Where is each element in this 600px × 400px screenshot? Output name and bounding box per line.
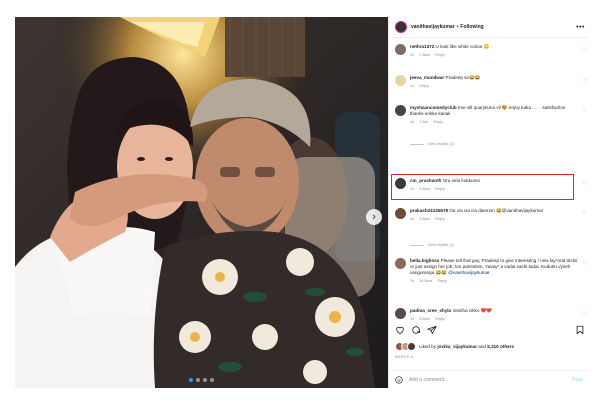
comment: myshaancomedyclub Ime vill quarykuna vil… (395, 105, 587, 125)
reply-button[interactable]: Reply (435, 53, 445, 57)
more-icon[interactable]: ••• (576, 24, 585, 31)
comment-text: Pradeep sir😂😂 (445, 75, 481, 80)
carousel-dot (189, 378, 193, 382)
comment-time: 1h (410, 317, 415, 321)
highlight-box (391, 174, 574, 200)
photo-illustration (15, 17, 388, 388)
following-button[interactable]: Following (460, 24, 483, 30)
liked-by-prefix: Liked by (419, 344, 437, 349)
post-comment-button[interactable]: Post (572, 377, 583, 383)
comment-time: 1h (410, 84, 415, 88)
commenter-avatar[interactable] (395, 308, 406, 319)
bookmark-icon[interactable] (575, 325, 585, 335)
comment-text: U look like white colour 😳 (435, 44, 490, 49)
comment-likes[interactable]: 2 likes (419, 53, 430, 57)
comment-time: 1h (410, 120, 415, 124)
smile-icon[interactable] (395, 376, 403, 384)
post-date[interactable]: MARCH 6 (395, 355, 413, 359)
commenter-avatar[interactable] (395, 208, 406, 219)
next-photo-button[interactable]: › (366, 209, 382, 225)
liker-avatars (395, 342, 417, 351)
post-header: vanithavijaykumar • Following ••• (389, 17, 589, 38)
chevron-right-icon: › (372, 211, 376, 223)
comment-likes[interactable]: 3 likes (419, 217, 430, 221)
comment-username[interactable]: bella.bigboss (410, 258, 439, 263)
add-comment-input[interactable]: Add a comment... (409, 377, 448, 383)
carousel-indicator (15, 378, 388, 382)
commenter-avatar[interactable] (395, 75, 406, 86)
heart-icon[interactable]: ♡ (579, 208, 587, 222)
comment-username[interactable]: jeeva_mandwar (410, 75, 444, 80)
comment-time: 1h (410, 53, 415, 57)
view-replies-label: View replies (1) (428, 142, 455, 146)
comment-text: Oa cia cia cia daemon 😂@vanithavijaykuma… (449, 208, 544, 213)
author-username[interactable]: vanithavijaykumar (411, 24, 455, 30)
comment-icon[interactable] (411, 325, 421, 335)
comment-likes[interactable]: 1 like (419, 120, 428, 124)
commenter-avatar[interactable] (395, 258, 406, 269)
comments-list: nethra1372 U look like white colour 😳 1h… (389, 38, 589, 334)
share-icon[interactable] (427, 325, 437, 335)
heart-icon[interactable]: ♡ (579, 44, 587, 58)
liked-by-user[interactable]: jovika_vijaykumar (437, 344, 477, 349)
liked-by-and: and (478, 344, 486, 349)
comment-likes[interactable]: 16 likes (419, 279, 432, 283)
comment-likes[interactable]: 4 likes (419, 317, 430, 321)
comment-time: 1h (410, 217, 415, 221)
carousel-dot (203, 378, 207, 382)
separator-dot: • (456, 24, 459, 30)
carousel-dot (210, 378, 214, 382)
comment-username[interactable]: prakash24145678 (410, 208, 448, 213)
post-side-panel: vanithavijaykumar • Following ••• nethra… (388, 17, 589, 388)
add-comment-bar: Add a comment... Post (389, 370, 589, 389)
liker-avatar (407, 342, 416, 351)
comment: prakash24145678 Oa cia cia cia daemon 😂@… (395, 208, 587, 222)
comment-username[interactable]: padma_sree_shyla (410, 308, 451, 313)
view-replies-button[interactable]: View replies (1) (410, 142, 454, 146)
post-actions (395, 324, 585, 336)
commenter-avatar[interactable] (395, 44, 406, 55)
heart-icon[interactable] (395, 325, 405, 335)
comment: nethra1372 U look like white colour 😳 1h… (395, 44, 587, 58)
comment: bella.bigboss Please tell that guy, Prad… (395, 258, 587, 284)
heart-icon[interactable]: ♡ (579, 75, 587, 89)
author-avatar[interactable] (395, 21, 407, 33)
liked-by-others[interactable]: 6,310 others (487, 344, 514, 349)
reply-button[interactable]: Reply (435, 217, 445, 221)
comment-username[interactable]: nethra1372 (410, 44, 434, 49)
replies-divider (410, 244, 424, 246)
post-photo[interactable]: › (15, 17, 388, 388)
comment-time: 1h (410, 279, 415, 283)
comment-mention[interactable]: @vanithavijaykumar (448, 270, 489, 275)
comment-text: Vanitha cikko ❤️❤️ (452, 308, 493, 313)
view-replies-label: View replies (1) (428, 243, 455, 247)
carousel-dot (196, 378, 200, 382)
replies-divider (410, 143, 424, 145)
reply-button[interactable]: Reply (433, 120, 443, 124)
heart-icon[interactable]: ♡ (579, 105, 587, 125)
view-replies-button[interactable]: View replies (1) (410, 243, 454, 247)
heart-icon[interactable]: ♡ (579, 178, 587, 192)
likes-summary: Liked by jovika_vijaykumar and 6,310 oth… (395, 342, 585, 351)
commenter-avatar[interactable] (395, 105, 406, 116)
comment: padma_sree_shyla Vanitha cikko ❤️❤️ 1h 4… (395, 308, 587, 322)
heart-icon[interactable]: ♡ (579, 308, 587, 322)
reply-button[interactable]: Reply (419, 84, 429, 88)
comment-username[interactable]: myshaancomedyclub (410, 105, 457, 110)
heart-icon[interactable]: ♡ (579, 258, 587, 284)
reply-button[interactable]: Reply (435, 317, 445, 321)
reply-button[interactable]: Reply (437, 279, 447, 283)
comment: jeeva_mandwar Pradeep sir😂😂 1h Reply ♡ (395, 75, 587, 89)
